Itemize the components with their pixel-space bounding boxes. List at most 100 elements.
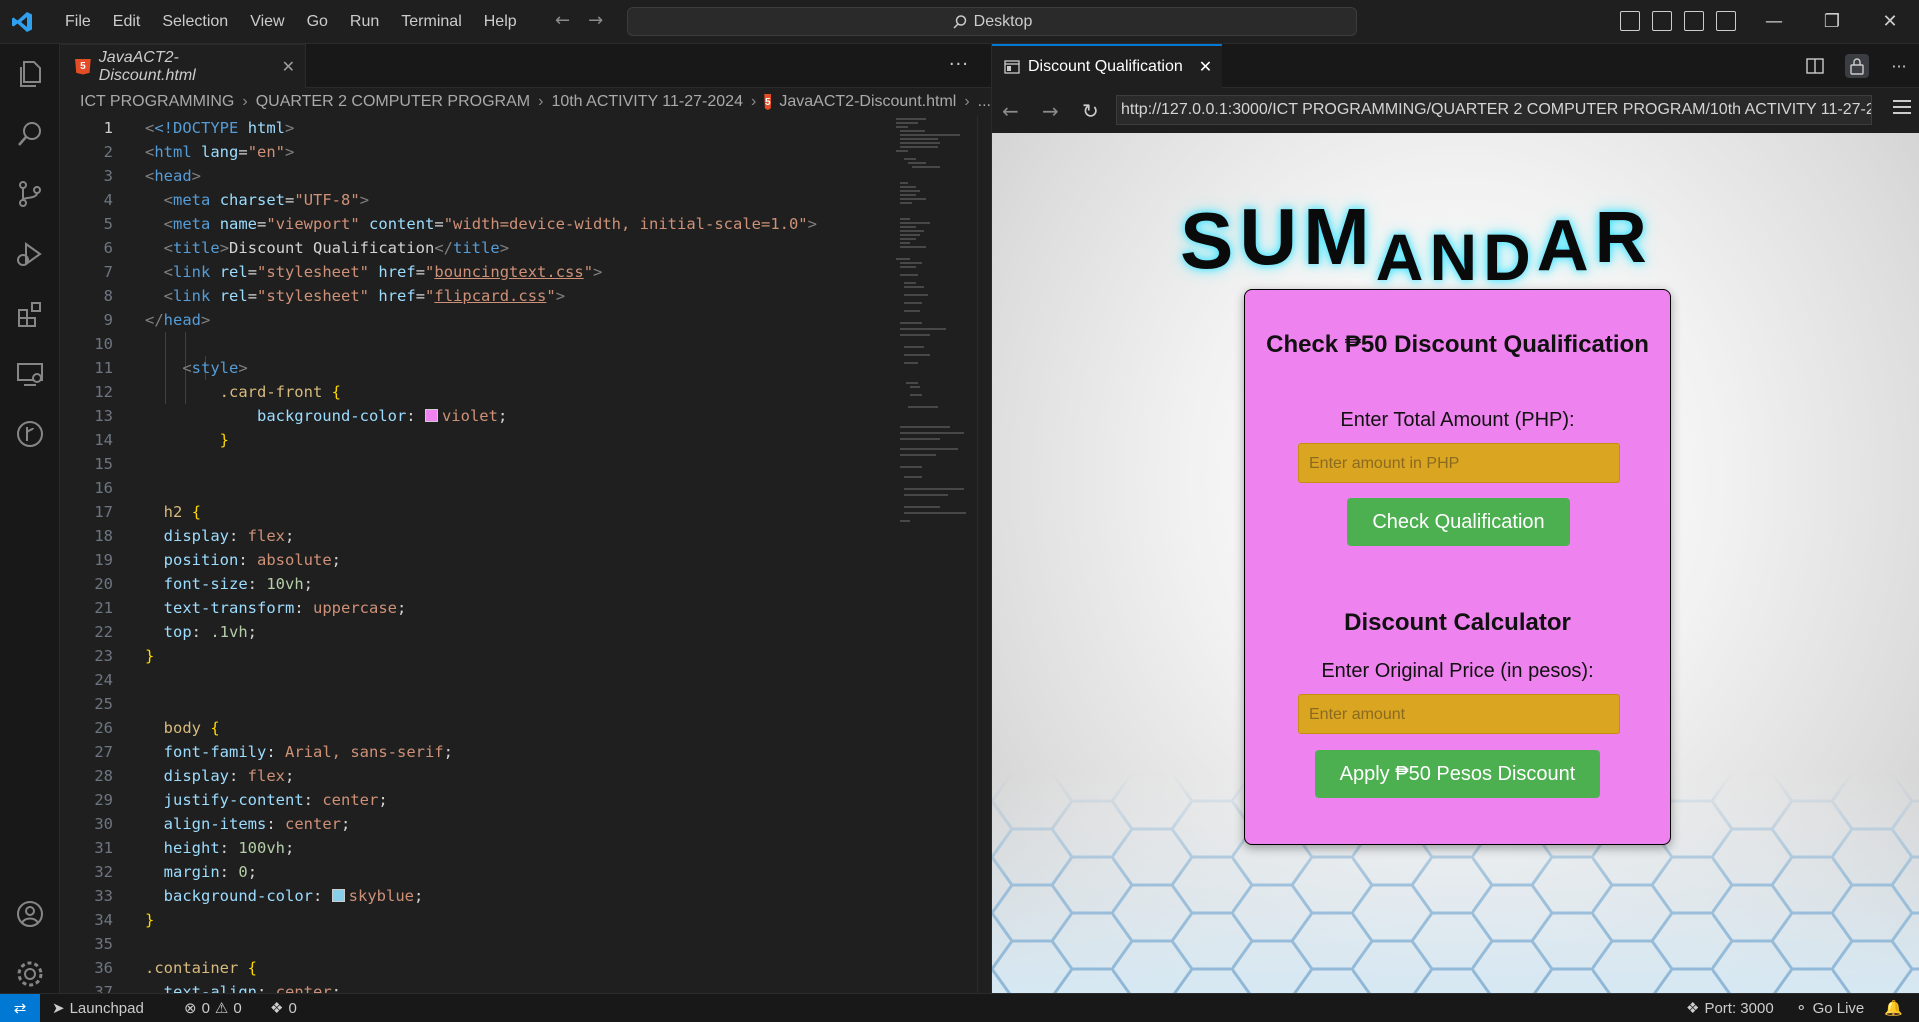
menu-file[interactable]: File (54, 13, 102, 31)
code-line: 5 <meta name="viewport" content="width=d… (103, 215, 817, 233)
restore-icon[interactable]: ❐ (1803, 0, 1861, 44)
warning-count: 0 (233, 999, 242, 1017)
breadcrumb-item[interactable]: 10th ACTIVITY 11-27-2024 (551, 93, 743, 111)
close-tab-icon[interactable]: ✕ (282, 57, 295, 77)
git-graph-icon[interactable] (0, 404, 60, 464)
breadcrumb-item[interactable]: ICT PROGRAMMING (80, 93, 234, 111)
check-qualification-button[interactable]: Check Qualification (1347, 498, 1570, 546)
editor-scrollbar[interactable] (977, 116, 991, 993)
back-arrow-icon[interactable]: ← (1002, 99, 1019, 123)
editor-tab-label: JavaACT2-Discount.html (98, 48, 196, 84)
brand-letter: S (1180, 196, 1240, 285)
brand-letter: A (1536, 206, 1595, 286)
menu-edit[interactable]: Edit (102, 13, 152, 31)
more-actions-icon[interactable]: ··· (1887, 54, 1911, 78)
apply-discount-button[interactable]: Apply ₱50 Pesos Discount (1315, 750, 1600, 798)
layout-controls (1620, 11, 1736, 31)
lock-group-icon[interactable] (1845, 54, 1869, 78)
menu-selection[interactable]: Selection (151, 13, 239, 31)
search-sidebar-icon[interactable] (0, 104, 60, 164)
toggle-panel-icon[interactable] (1684, 11, 1704, 31)
extensions-icon[interactable] (0, 284, 60, 344)
more-actions-icon[interactable]: ··· (949, 54, 969, 75)
breadcrumb-item[interactable]: QUARTER 2 COMPUTER PROGRAM (256, 93, 530, 111)
code-line: 2 <html lang="en"> (103, 143, 295, 161)
launchpad-item[interactable]: ➤ Launchpad (52, 999, 144, 1018)
code-line: 33 background-color: skyblue; (94, 887, 424, 905)
original-price-input[interactable]: Enter amount (1298, 694, 1620, 734)
source-control-icon[interactable] (0, 164, 60, 224)
toggle-secondary-sidebar-icon[interactable] (1716, 11, 1736, 31)
error-count: 0 (201, 999, 210, 1017)
brand-letter: D (1483, 220, 1537, 294)
breadcrumb: ICT PROGRAMMING › QUARTER 2 COMPUTER PROG… (61, 88, 991, 116)
breadcrumb-item[interactable]: ... (978, 93, 991, 111)
error-icon: ⊗ (184, 1000, 197, 1017)
css-file-link[interactable]: bouncingtext.css (434, 263, 583, 281)
color-swatch[interactable] (424, 409, 438, 422)
code-line: 30 align-items: center; (94, 815, 351, 833)
minimap[interactable] (891, 116, 991, 993)
menu-run[interactable]: Run (339, 13, 390, 31)
menu-go[interactable]: Go (296, 13, 339, 31)
total-amount-input[interactable]: Enter amount in PHP (1298, 443, 1620, 483)
code-line: 25 (94, 695, 113, 713)
editor-tab-active[interactable]: 5 JavaACT2-Discount.html ✕ (61, 44, 306, 88)
html5-icon: 5 (75, 58, 91, 75)
menu-view[interactable]: View (239, 13, 295, 31)
code-line: 3 <head> (103, 167, 202, 185)
css-file-link[interactable]: flipcard.css (434, 287, 546, 305)
minimize-icon[interactable]: — (1745, 0, 1803, 44)
code-editor[interactable]: 1 <<!DOCTYPE html> 2 <html lang="en"> 3 <he… (61, 116, 891, 993)
code-line: 8 <link rel="stylesheet" href="flipcard.… (103, 287, 566, 305)
code-line: 21 text-transform: uppercase; (94, 599, 407, 617)
preview-tab-active[interactable]: Discount Qualification ✕ (992, 44, 1222, 88)
color-swatch[interactable] (331, 889, 345, 902)
explorer-icon[interactable] (0, 44, 60, 104)
forward-arrow-icon[interactable]: → (1042, 99, 1059, 123)
accounts-icon[interactable] (0, 884, 60, 944)
total-amount-label: Enter Total Amount (PHP): (1340, 409, 1575, 431)
editor-group: 5 JavaACT2-Discount.html ✕ ··· ICT PROGR… (61, 44, 991, 993)
live-server-port[interactable]: ❖ Port: 3000 (1686, 999, 1774, 1018)
remote-explorer-icon[interactable] (0, 344, 60, 404)
reload-icon[interactable]: ↻ (1082, 99, 1099, 123)
close-window-icon[interactable]: ✕ (1861, 0, 1919, 44)
menu-help[interactable]: Help (473, 13, 528, 31)
code-line: 29 justify-content: center; (94, 791, 388, 809)
code-line: 37 text-align: center; (94, 983, 342, 993)
split-editor-icon[interactable] (1803, 54, 1827, 78)
brand-letter: N (1429, 220, 1484, 294)
brand-letter: R (1594, 198, 1653, 278)
problems-item[interactable]: ⊗ 0 ⚠ 0 (184, 999, 242, 1018)
command-center[interactable]: Desktop (627, 7, 1357, 36)
notifications-bell-icon[interactable]: 🔔 (1884, 999, 1903, 1017)
ports-item[interactable]: ❖ 0 (270, 999, 297, 1018)
breadcrumb-item[interactable]: JavaACT2-Discount.html (779, 93, 956, 111)
code-line: 31 height: 100vh; (94, 839, 295, 857)
title-bar: File Edit Selection View Go Run Terminal… (0, 0, 1919, 44)
close-tab-icon[interactable]: ✕ (1199, 57, 1212, 77)
toggle-primary-sidebar-icon[interactable] (1652, 11, 1672, 31)
chevron-right-icon: › (750, 93, 757, 110)
menu-terminal[interactable]: Terminal (390, 13, 472, 31)
forward-arrow-icon[interactable]: → (588, 10, 603, 31)
run-debug-icon[interactable] (0, 224, 60, 284)
brand-letter: M (1303, 192, 1376, 281)
remote-indicator-icon[interactable]: ⇄ (0, 994, 40, 1022)
back-arrow-icon[interactable]: ← (555, 10, 570, 31)
url-input[interactable]: http://127.0.0.1:3000/ICT PROGRAMMING/QU… (1116, 95, 1872, 125)
rocket-icon: ➤ (52, 1000, 65, 1017)
menu-bar: File Edit Selection View Go Run Terminal… (54, 0, 528, 44)
original-price-label: Enter Original Price (in pesos): (1321, 660, 1594, 682)
ports-count: 0 (288, 999, 297, 1017)
code-line: 27 font-family: Arial, sans-serif; (94, 743, 453, 761)
code-line: 17 h2 { (94, 503, 202, 521)
code-line: 36 .container { (94, 959, 258, 977)
customize-layout-icon[interactable] (1620, 11, 1640, 31)
chevron-right-icon: › (242, 93, 248, 110)
go-live-button[interactable]: ⚬ Go Live (1795, 999, 1864, 1018)
code-line: 28 display: flex; (94, 767, 295, 785)
hamburger-menu-icon[interactable] (1893, 100, 1911, 118)
preview-tabs: Discount Qualification ✕ ··· (992, 44, 1919, 88)
